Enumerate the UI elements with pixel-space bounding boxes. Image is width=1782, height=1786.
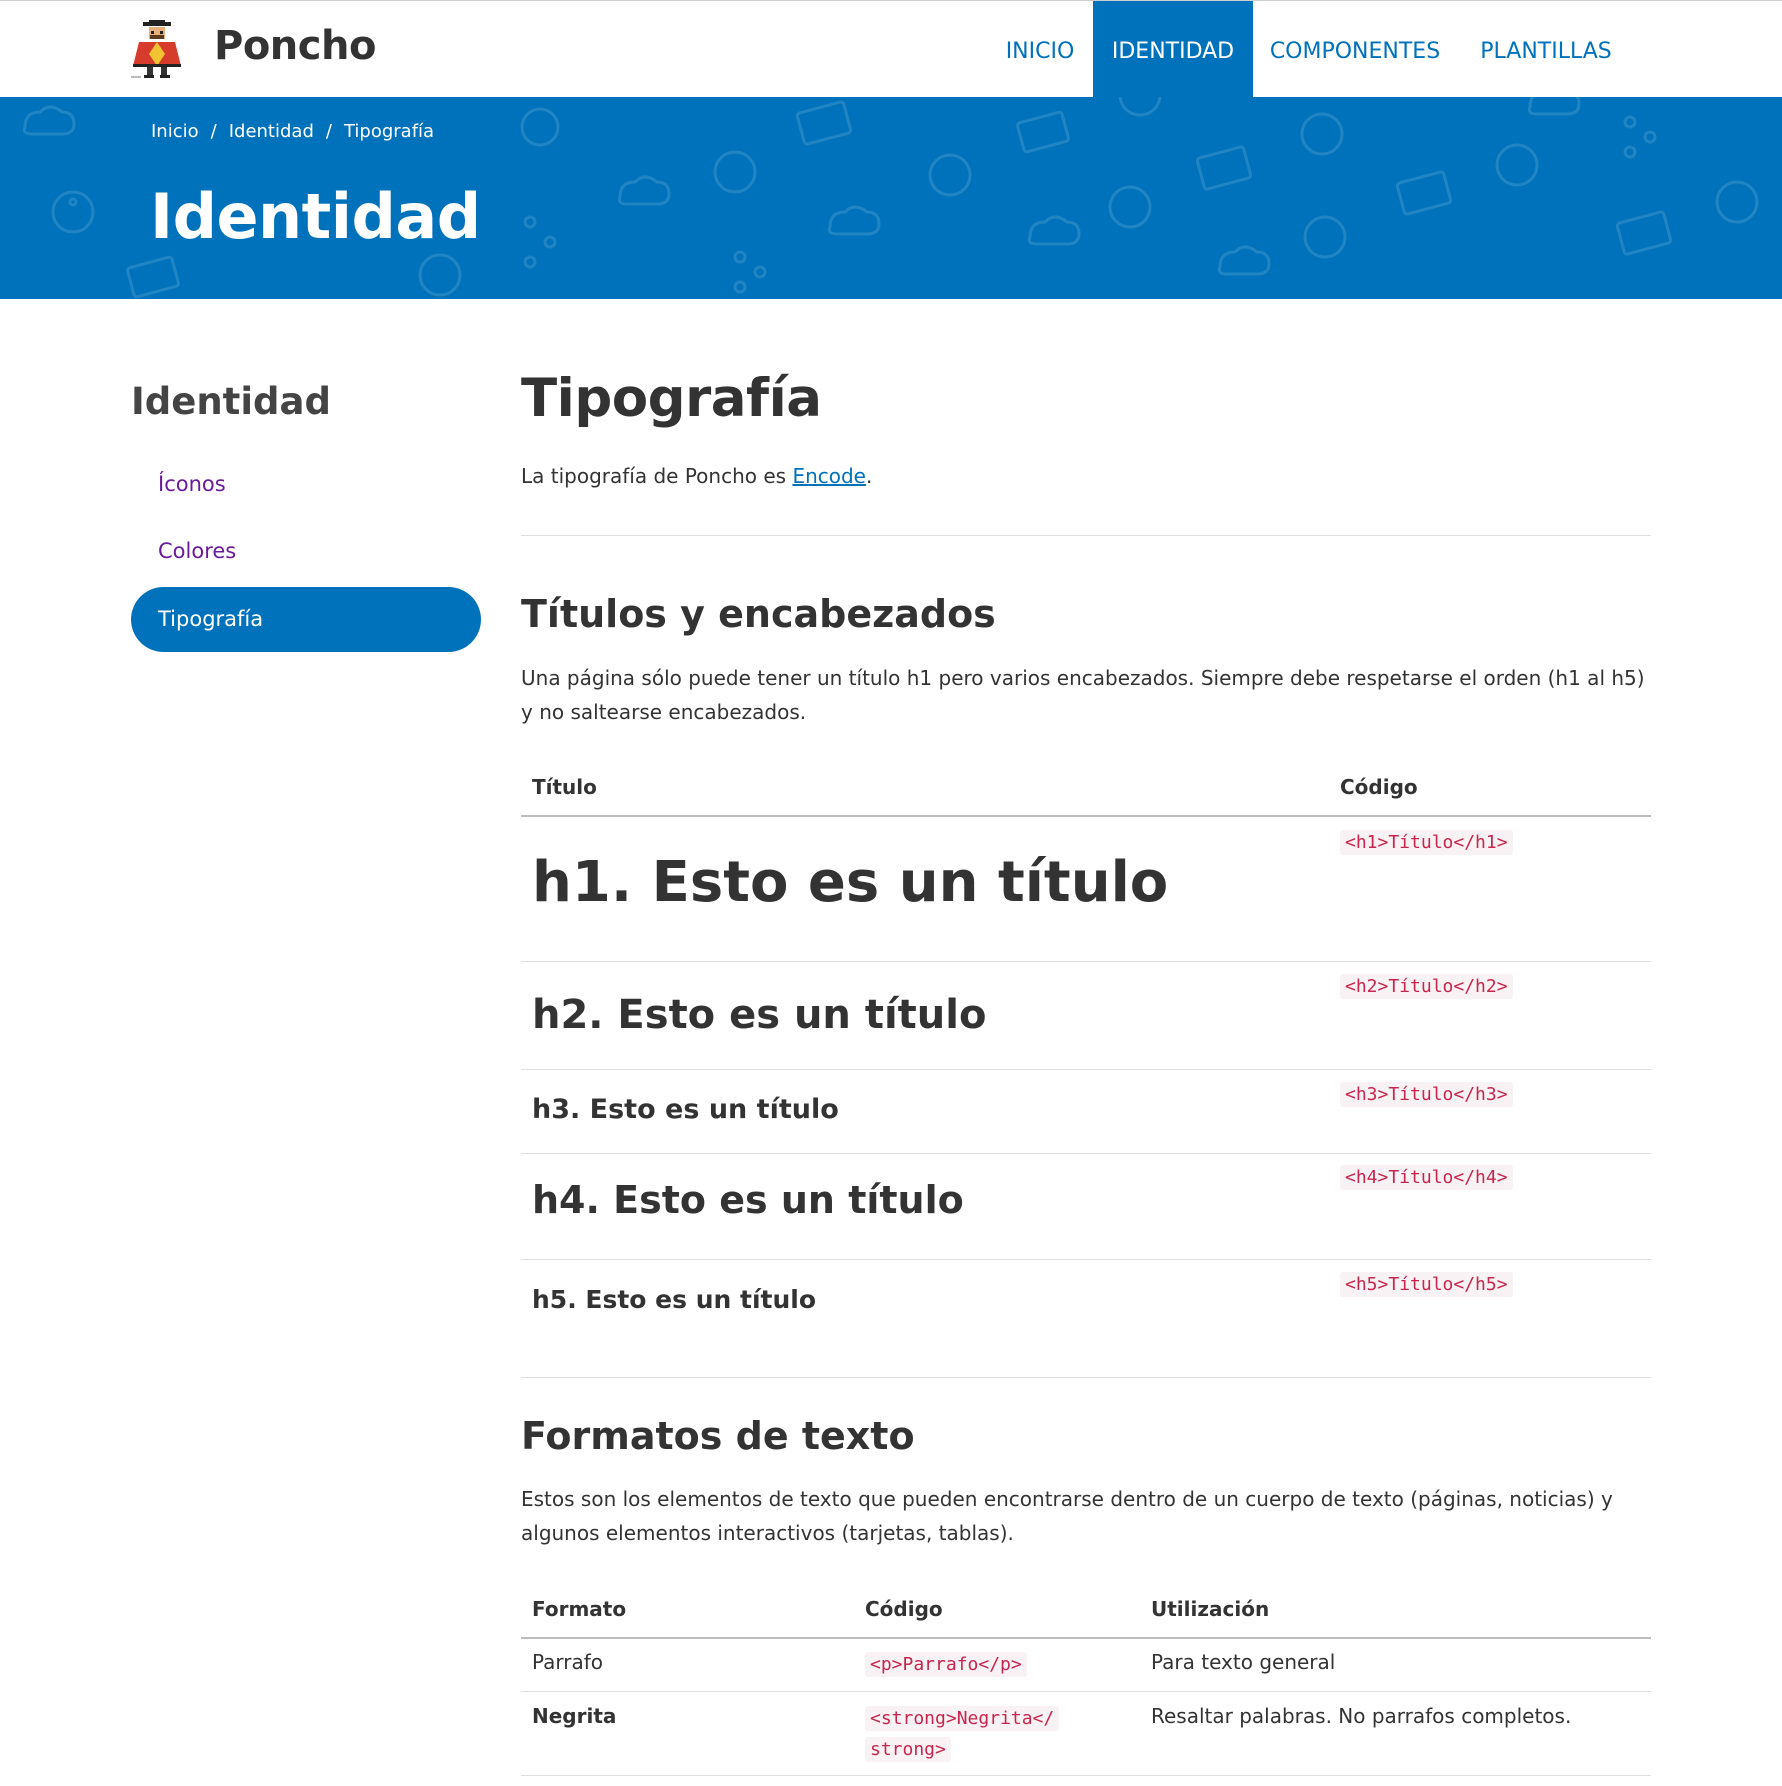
cloud-icon [1027,215,1081,246]
breadcrumb-separator: / [325,121,332,142]
hero-banner: Inicio / Identidad / Tipografía Identidad [0,97,1782,299]
column-header-formato: Formato [532,1597,627,1621]
nav-item-inicio[interactable]: INICIO [989,1,1091,97]
monitor-icon [126,255,180,299]
column-header-codigo: Código [865,1597,943,1621]
divider [521,1377,1651,1378]
intro-text: La tipografía de Poncho es [521,464,793,488]
code-cell-negrita-line1: <strong>Negrita</ [865,1706,1060,1731]
table-row-line [521,961,1651,962]
h2-code: <h2>Título</h2> [1340,974,1513,999]
h4-code: <h4>Título</h4> [1340,1165,1513,1190]
accessibility-icon [51,190,95,234]
breadcrumb: Inicio / Identidad / Tipografía [151,121,434,142]
palette-icon [1303,215,1347,259]
accessibility-icon [1715,180,1759,224]
poncho-logo-icon[interactable] [131,20,185,80]
headings-description: Una página sólo puede tener un título h1… [521,666,1645,724]
sidebar-item-iconos[interactable]: Íconos [131,452,481,517]
accessibility-icon [1495,143,1539,187]
network-icon [523,215,557,269]
cloud-icon [827,205,881,236]
top-navbar: Poncho INICIO IDENTIDAD COMPONENTES PLAN… [0,0,1782,97]
palette-icon [713,150,757,194]
cloud-icon [1217,245,1271,276]
h1-code: <h1>Título</h1> [1340,830,1513,855]
code-cell-parrafo: <p>Parrafo</p> [865,1652,1027,1677]
nav-item-identidad[interactable]: IDENTIDAD [1093,1,1253,97]
network-icon [1623,115,1657,159]
accessibility-icon [1118,97,1162,117]
palette-icon [1108,185,1152,229]
palette-icon [520,107,560,147]
cloud-icon [22,105,76,136]
brand-name[interactable]: Poncho [214,23,376,69]
table-row-line [521,1069,1651,1070]
format-cell-negrita: Negrita [532,1704,617,1728]
palette-icon [928,153,972,197]
table-row-line [521,1775,1651,1776]
table-row-line [521,1691,1651,1692]
monitor-icon [1195,145,1253,191]
breadcrumb-separator: / [210,121,217,142]
network-icon [733,250,767,294]
intro-period: . [865,464,873,488]
cloud-icon [617,175,671,206]
usage-cell-parrafo: Para texto general [1151,1650,1336,1674]
nav-item-componentes[interactable]: COMPONENTES [1253,1,1457,97]
encode-link[interactable]: Encode [792,464,866,488]
accessibility-icon [418,253,462,297]
hero-title: Identidad [150,180,481,253]
column-header-titulo: Título [532,775,597,799]
monitor-icon [795,100,853,146]
section-title-headings: Títulos y encabezados [521,592,996,636]
h3-sample: h3. Esto es un título [532,1094,839,1125]
table-header-line [521,815,1651,817]
accessibility-icon [1300,112,1344,156]
monitor-icon [1395,170,1453,216]
h5-code: <h5>Título</h5> [1340,1272,1513,1297]
breadcrumb-item-inicio[interactable]: Inicio [151,121,199,142]
h1-sample: h1. Esto es un título [532,850,1169,915]
sidebar-item-tipografia[interactable]: Tipografía [131,587,481,652]
format-cell-parrafo: Parrafo [532,1650,604,1674]
breadcrumb-item-identidad[interactable]: Identidad [229,121,314,142]
h3-code: <h3>Título</h3> [1340,1082,1513,1107]
formats-description: Estos son los elementos de texto que pue… [521,1487,1613,1545]
h4-sample: h4. Esto es un título [532,1178,964,1222]
table-row-line [521,1153,1651,1154]
section-title-formats: Formatos de texto [521,1414,915,1458]
page-title: Tipografía [521,368,822,429]
table-header-line [521,1637,1651,1639]
table-row-line [521,1259,1651,1260]
sidebar-title: Identidad [131,380,331,423]
column-header-codigo: Código [1340,775,1418,799]
monitor-icon [1016,110,1070,154]
divider [521,535,1651,536]
intro-paragraph: La tipografía de Poncho es Encode. [521,464,872,488]
h5-sample: h5. Esto es un título [532,1285,817,1314]
monitor-icon [1615,210,1673,256]
h2-sample: h2. Esto es un título [532,992,987,1038]
usage-cell-negrita: Resaltar palabras. No parrafos completos… [1151,1704,1572,1728]
breadcrumb-item-current: Tipografía [343,121,435,142]
sidebar-item-colores[interactable]: Colores [131,519,481,584]
column-header-utilizacion: Utilización [1151,1597,1270,1621]
code-cell-negrita-line2: strong> [865,1737,951,1762]
nav-item-plantillas[interactable]: PLANTILLAS [1457,1,1635,97]
cloud-icon [1527,97,1581,116]
